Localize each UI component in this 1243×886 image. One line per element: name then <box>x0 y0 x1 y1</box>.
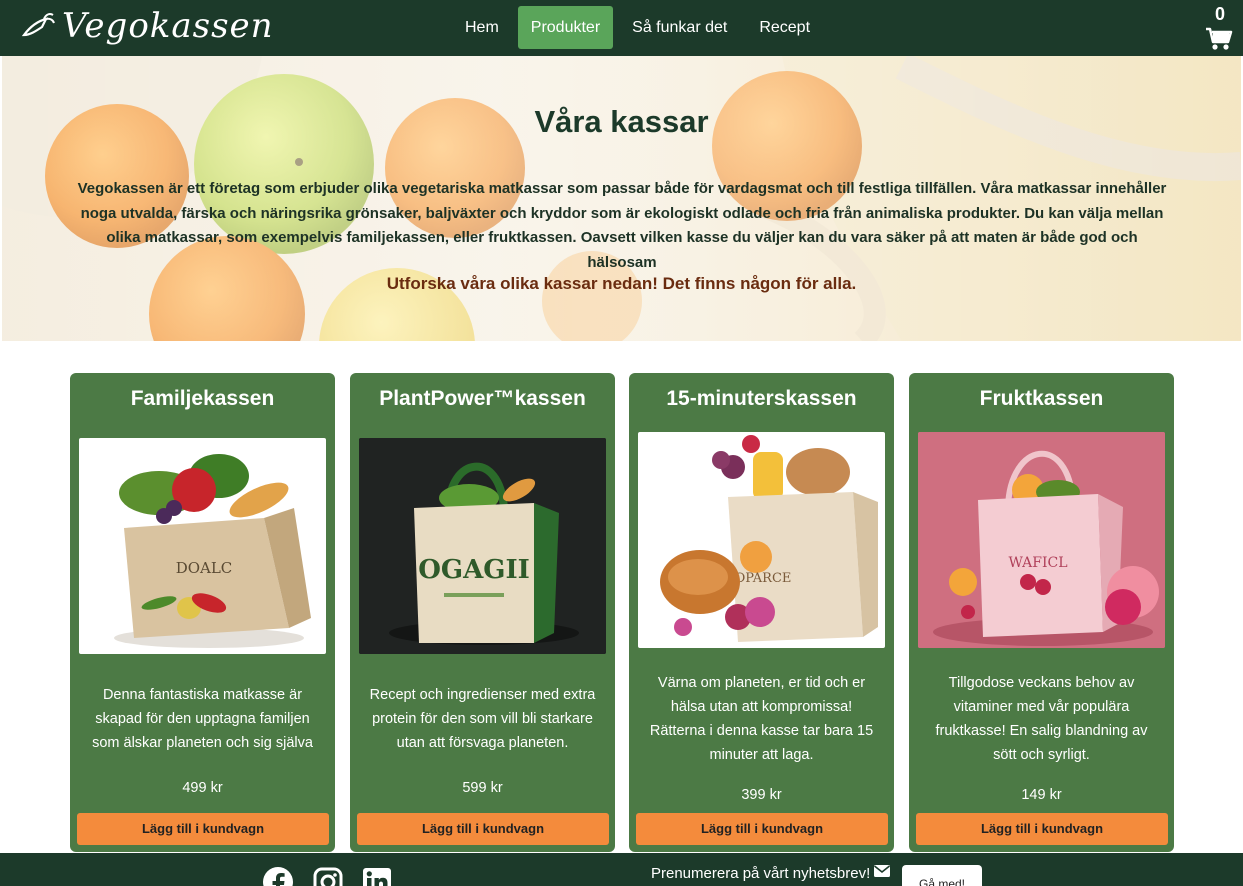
product-description: Recept och ingredienser med extra protei… <box>369 687 596 751</box>
site-header: Vegokassen Hem Produkter Så funkar det R… <box>0 0 1243 56</box>
facebook-icon[interactable] <box>263 867 293 886</box>
newsletter-label: Prenumerera på vårt nyhetsbrev! <box>651 865 891 882</box>
product-title: 15-minuterskassen <box>666 387 857 410</box>
product-image-familjekassen: DOALC <box>79 438 326 654</box>
add-to-cart-button[interactable]: Lägg till i kundvagn <box>357 813 609 845</box>
product-description: Värna om planeten, er tid och er hälsa u… <box>649 675 874 763</box>
product-title: Familjekassen <box>130 387 275 410</box>
join-newsletter-button[interactable]: Gå med! <box>902 865 982 886</box>
product-price: 149 kr <box>1021 787 1062 803</box>
hero-cta-text: Utforska våra olika kassar nedan! Det fi… <box>386 274 857 293</box>
product-price: 399 kr <box>741 787 782 803</box>
product-image-15-minuterskassen: OPARCE <box>638 432 885 648</box>
logo[interactable]: Vegokassen <box>20 6 274 46</box>
add-to-cart-button[interactable]: Lägg till i kundvagn <box>636 813 888 845</box>
linkedin-icon[interactable] <box>362 867 392 886</box>
product-description: Tillgodose veckans behov av vitaminer me… <box>935 675 1148 763</box>
envelope-icon <box>874 865 891 877</box>
product-card-15-minuterskassen: 15-minuterskassen OPARCE Värna om planet… <box>629 373 894 852</box>
product-image-fruktkassen: WAFICL <box>918 432 1165 648</box>
nav-item-hem[interactable]: Hem <box>452 6 512 49</box>
newsletter-text: Prenumerera på vårt nyhetsbrev! <box>651 865 871 882</box>
hero-description: Vegokassen är ett företag som erbjuder o… <box>77 180 1167 271</box>
page-title: Våra kassar <box>534 104 709 139</box>
main-nav: Hem Produkter Så funkar det Recept <box>452 6 829 49</box>
instagram-icon[interactable] <box>313 867 343 886</box>
product-card-fruktkassen: Fruktkassen WAFICL Tillgodose veckans be… <box>909 373 1174 852</box>
add-to-cart-button[interactable]: Lägg till i kundvagn <box>77 813 329 845</box>
product-price: 599 kr <box>462 780 503 796</box>
add-to-cart-button[interactable]: Lägg till i kundvagn <box>916 813 1168 845</box>
logo-text: Vegokassen <box>62 6 274 46</box>
cart-count: 0 <box>1214 4 1225 24</box>
product-description: Denna fantastiska matkasse är skapad för… <box>92 687 313 751</box>
nav-item-recept[interactable]: Recept <box>746 6 823 49</box>
bag-print-text: OPARCE <box>735 571 792 586</box>
bag-print-text: DOALC <box>176 559 233 577</box>
product-image-plantpowerkassen: OGAGII <box>359 438 606 654</box>
product-price: 499 kr <box>182 780 223 796</box>
hero-banner: Våra kassar Vegokassen är ett företag so… <box>2 56 1241 341</box>
product-card-familjekassen: Familjekassen DOALC Denna fantastiska ma… <box>70 373 335 852</box>
product-title: PlantPower™kassen <box>379 387 586 410</box>
nav-item-sa-funkar-det[interactable]: Så funkar det <box>619 6 740 49</box>
product-card-plantpowerkassen: PlantPower™kassen OGAGII Recept och ingr… <box>350 373 615 852</box>
cart-button[interactable]: 0 <box>1205 4 1235 51</box>
bag-print-text: WAFICL <box>1008 555 1067 571</box>
nav-item-produkter[interactable]: Produkter <box>517 6 614 49</box>
bag-print-text: OGAGII <box>418 555 530 585</box>
carrot-icon <box>21 13 55 37</box>
shopping-cart-icon <box>1206 27 1233 50</box>
product-title: Fruktkassen <box>979 387 1104 410</box>
site-footer: Prenumerera på vårt nyhetsbrev! Gå med! <box>0 853 1243 886</box>
